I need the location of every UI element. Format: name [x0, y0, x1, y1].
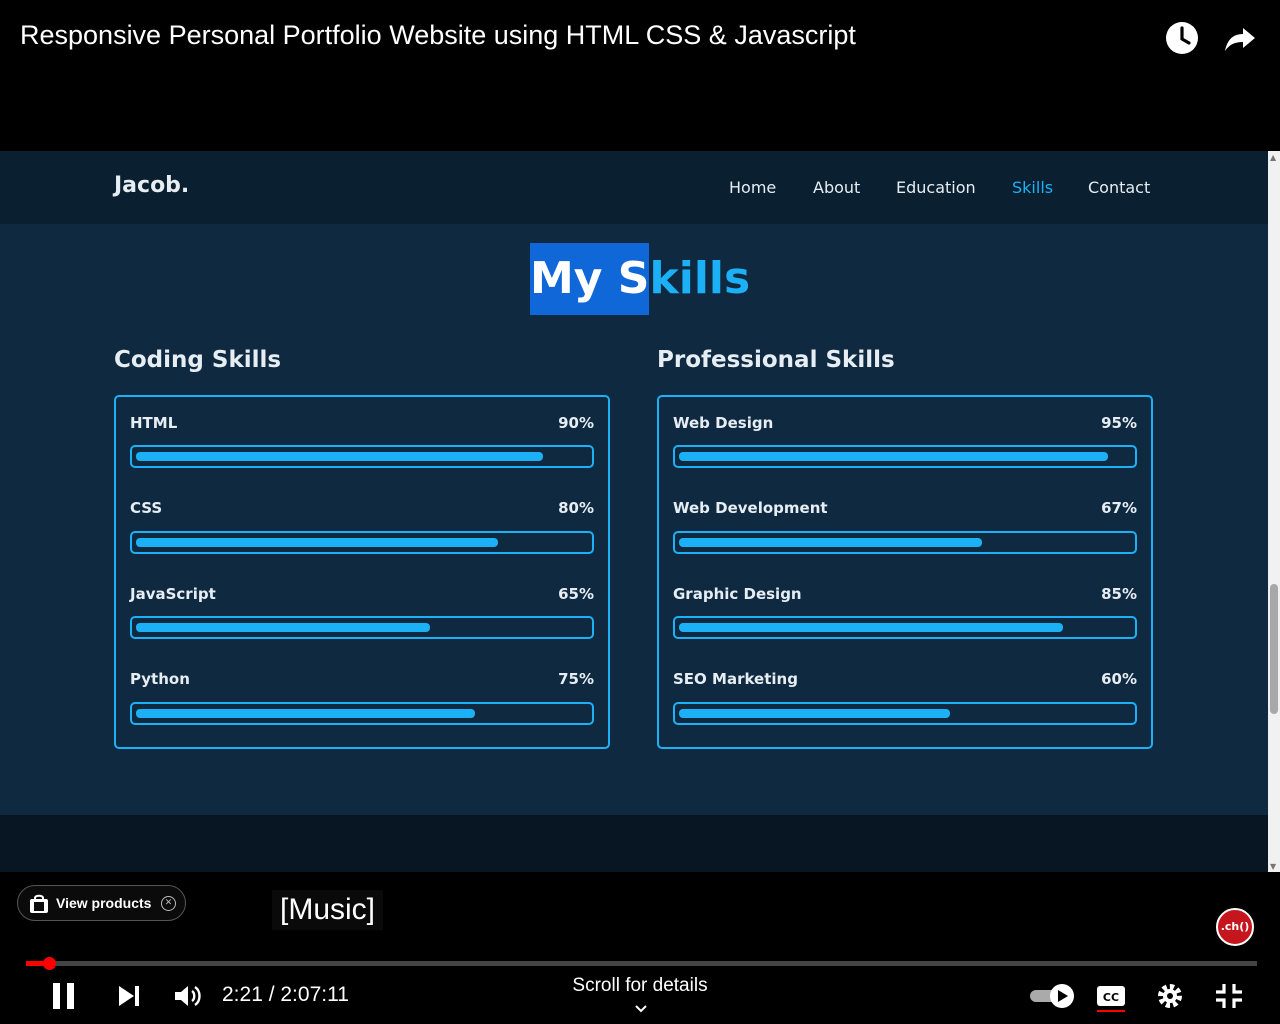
skill-percent: 67%	[1101, 499, 1137, 517]
volume-icon[interactable]	[172, 980, 202, 1012]
settings-icon[interactable]	[1155, 980, 1185, 1012]
skill-progress-fill	[136, 623, 430, 632]
exit-fullscreen-icon[interactable]	[1214, 980, 1244, 1012]
skill-percent: 85%	[1101, 585, 1137, 603]
skill-progress-fill	[679, 452, 1108, 461]
site-next-section	[0, 815, 1268, 872]
skill-progress-fill	[679, 709, 950, 718]
watch-later-clock-icon[interactable]	[1164, 20, 1200, 56]
skill-name: Web Development	[673, 499, 828, 517]
skill-progress-fill	[136, 709, 475, 718]
chevron-down-icon[interactable]	[633, 1003, 649, 1015]
skill-name: JavaScript	[130, 585, 216, 603]
nav-skills[interactable]: Skills	[1012, 178, 1053, 197]
scroll-up-arrow-icon[interactable]: ▲	[1270, 153, 1276, 162]
shopping-bag-icon	[30, 894, 48, 913]
video-title[interactable]: Responsive Personal Portfolio Website us…	[20, 20, 856, 51]
site-navbar: Jacob. Home About Education Skills Conta…	[0, 151, 1268, 224]
skill-progress-bar	[673, 531, 1137, 554]
autoplay-toggle-icon[interactable]	[1028, 980, 1076, 1012]
nav-contact[interactable]: Contact	[1088, 178, 1150, 197]
site-logo[interactable]: Jacob.	[114, 173, 189, 198]
next-icon[interactable]	[116, 980, 142, 1012]
skill-progress-bar	[130, 702, 594, 725]
video-progress-bar[interactable]	[26, 957, 1257, 970]
coding-skills-panel: HTML 90% CSS 80% JavaScript 65% Python 7…	[114, 395, 610, 749]
svg-text:CC: CC	[1103, 991, 1119, 1004]
professional-skills-title: Professional Skills	[657, 347, 895, 373]
skill-percent: 90%	[558, 414, 594, 432]
subscribe-badge-text: .ch()	[1220, 920, 1250, 933]
scroll-for-details[interactable]: Scroll for details	[540, 975, 740, 997]
portfolio-site-frame: Jacob. Home About Education Skills Conta…	[0, 151, 1268, 872]
skill-progress-bar	[673, 445, 1137, 468]
time-display: 2:21 / 2:07:11	[222, 983, 349, 1006]
view-products-label: View products	[56, 895, 152, 911]
nav-about[interactable]: About	[813, 178, 860, 197]
professional-skills-panel: Web Design 95% Web Development 67% Graph…	[657, 395, 1153, 749]
nav-education[interactable]: Education	[896, 178, 976, 197]
skill-name: CSS	[130, 499, 163, 517]
skill-progress-fill	[136, 452, 543, 461]
scrollbar-thumb[interactable]	[1270, 584, 1278, 714]
skill-percent: 80%	[558, 499, 594, 517]
close-icon[interactable]: ✕	[161, 896, 176, 911]
skill-progress-bar	[130, 531, 594, 554]
skill-progress-bar	[673, 616, 1137, 639]
skill-progress-bar	[673, 702, 1137, 725]
skill-name: Python	[130, 670, 190, 688]
heading-rest-text: kills	[649, 253, 751, 304]
coding-skills-title: Coding Skills	[114, 347, 282, 373]
skill-percent: 75%	[558, 670, 594, 688]
scroll-down-arrow-icon[interactable]: ▼	[1270, 862, 1276, 871]
site-scrollbar[interactable]: ▲ ▼	[1268, 151, 1280, 872]
caption-text: [Music]	[272, 890, 384, 930]
skill-progress-bar	[130, 445, 594, 468]
skill-name: Web Design	[673, 414, 774, 432]
skill-progress-fill	[136, 538, 498, 547]
skill-name: SEO Marketing	[673, 670, 798, 688]
skill-progress-fill	[679, 538, 982, 547]
heading-selected-text: My S	[530, 243, 650, 315]
skill-name: Graphic Design	[673, 585, 802, 603]
subscribe-badge[interactable]: .ch()	[1216, 908, 1254, 946]
skill-name: HTML	[130, 414, 178, 432]
captions-icon[interactable]: CC	[1096, 980, 1126, 1012]
skill-progress-fill	[679, 623, 1063, 632]
nav-home[interactable]: Home	[729, 178, 776, 197]
share-icon[interactable]	[1222, 20, 1258, 56]
skill-percent: 65%	[558, 585, 594, 603]
progress-scrubber-handle[interactable]	[43, 957, 56, 970]
view-products-button[interactable]: View products ✕	[17, 885, 186, 921]
skill-progress-bar	[130, 616, 594, 639]
skill-percent: 95%	[1101, 414, 1137, 432]
skills-heading: My Skills	[530, 243, 750, 315]
pause-icon[interactable]	[50, 980, 78, 1012]
skill-percent: 60%	[1101, 670, 1137, 688]
